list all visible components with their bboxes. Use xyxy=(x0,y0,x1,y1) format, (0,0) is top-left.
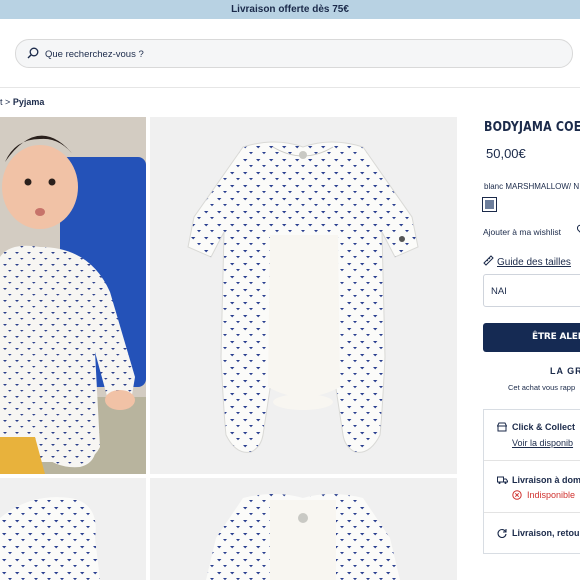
size-select[interactable]: NAI xyxy=(483,274,580,307)
promo-text: Livraison offerte dès 75€ xyxy=(231,4,349,15)
product-photo-model[interactable] xyxy=(0,117,146,474)
error-icon xyxy=(512,490,522,500)
product-title: BODYJAMA COE xyxy=(484,119,580,135)
breadcrumb-separator: > xyxy=(5,97,11,107)
divider xyxy=(484,460,580,461)
promo-note: Cet achat vous rapp xyxy=(508,383,576,392)
wishlist-link[interactable]: Ajouter à ma wishlist xyxy=(483,227,561,237)
breadcrumb-current: Pyjama xyxy=(12,97,45,107)
product-photo-detail[interactable] xyxy=(0,478,146,580)
divider xyxy=(484,512,580,513)
color-label: blanc MARSHMALLOW/ N xyxy=(484,182,580,191)
home-delivery-title: Livraison à dom xyxy=(512,475,580,485)
ruler-icon xyxy=(483,255,494,266)
search-icon xyxy=(27,47,39,59)
click-collect-link[interactable]: Voir la disponib xyxy=(512,438,573,448)
store-icon xyxy=(497,422,507,432)
size-guide-label[interactable]: Guide des tailles xyxy=(497,257,571,268)
search-bar[interactable] xyxy=(15,39,573,68)
product-price: 50,00€ xyxy=(486,146,526,161)
size-guide[interactable]: Guide des tailles xyxy=(483,255,571,268)
product-photo-back[interactable] xyxy=(150,478,457,580)
header xyxy=(0,19,580,88)
product-photo-front[interactable] xyxy=(150,117,457,474)
return-icon xyxy=(497,528,507,538)
color-swatch[interactable] xyxy=(482,197,497,212)
breadcrumb-prev[interactable]: t xyxy=(0,97,3,107)
alert-button[interactable]: ÊTRE ALERTÉ xyxy=(483,323,580,352)
truck-icon xyxy=(497,476,508,484)
breadcrumb: t > Pyjama xyxy=(0,97,44,107)
home-delivery-status: Indisponible xyxy=(527,490,576,500)
promo-bar: Livraison offerte dès 75€ xyxy=(0,0,580,19)
search-input[interactable] xyxy=(43,44,547,64)
click-collect-title: Click & Collect xyxy=(512,422,576,432)
promo-heading: LA GR xyxy=(550,366,580,376)
returns-title[interactable]: Livraison, retou xyxy=(512,528,580,538)
